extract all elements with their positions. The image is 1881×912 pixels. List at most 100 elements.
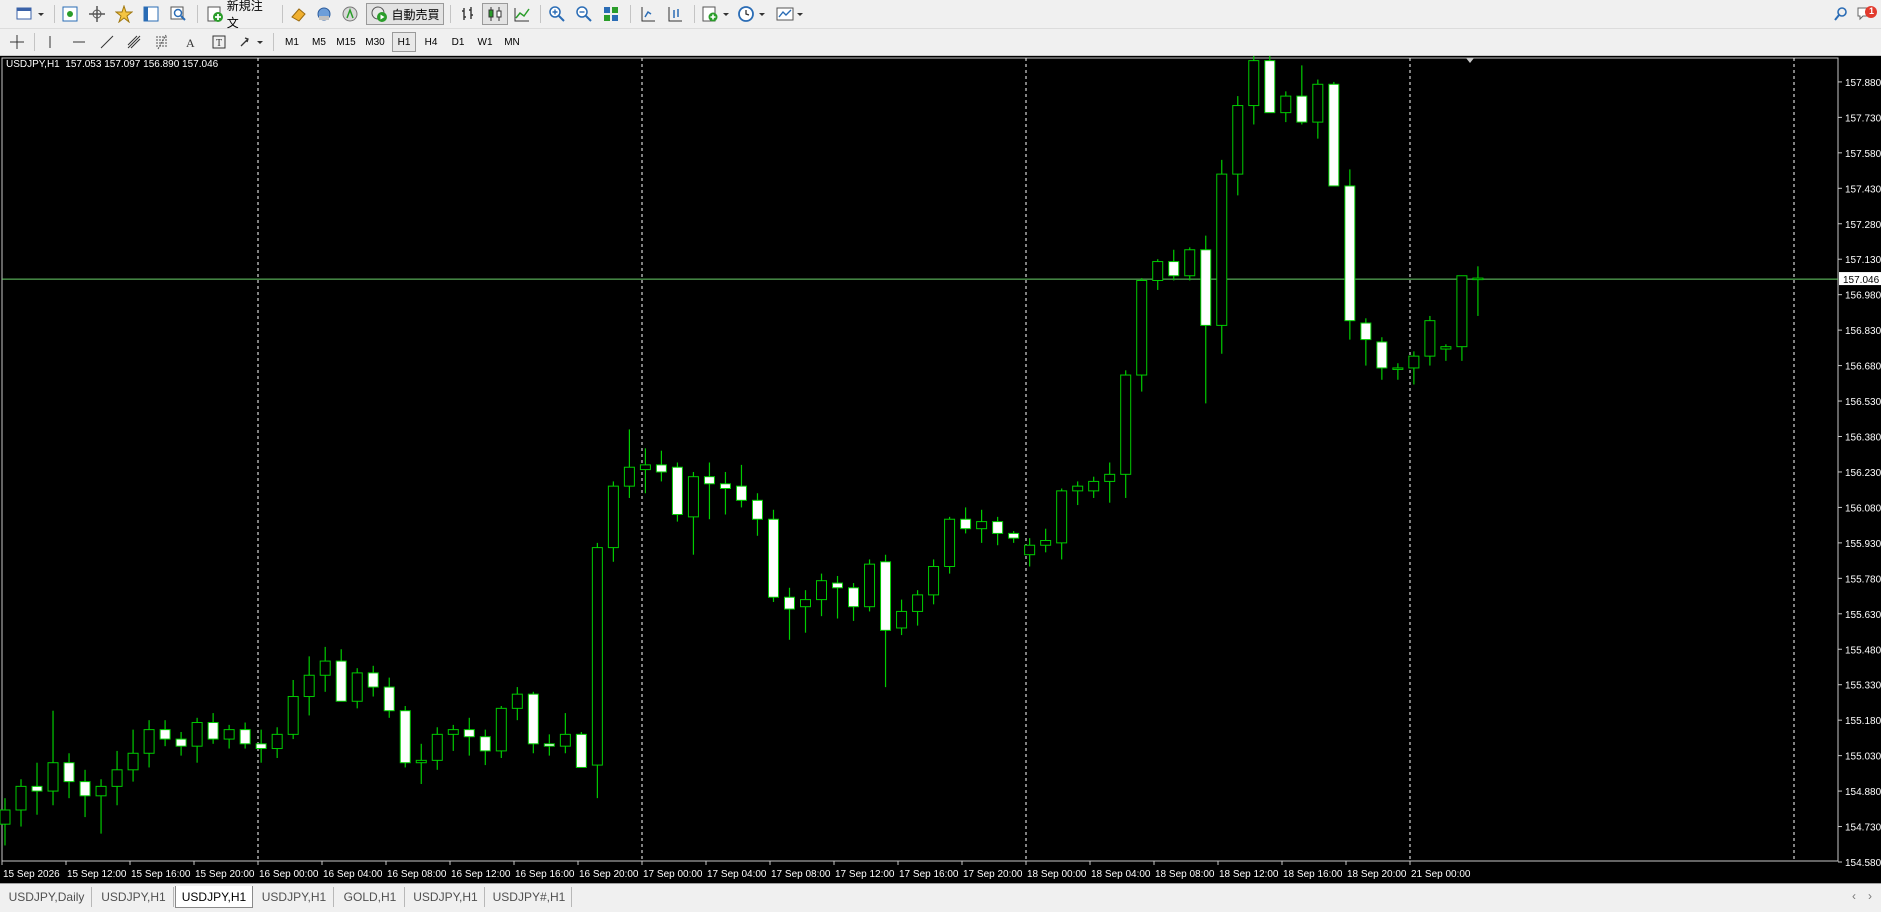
- tabs-scroll-right-icon[interactable]: ›: [1868, 889, 1872, 903]
- new-order-button[interactable]: 新規注文: [202, 0, 278, 30]
- candle-body: [1200, 249, 1212, 326]
- search-button[interactable]: [1830, 3, 1852, 25]
- candle: [575, 731, 587, 768]
- navigator-button[interactable]: [85, 3, 109, 25]
- text-a-icon: A: [186, 36, 195, 50]
- data-window-button[interactable]: [139, 3, 163, 25]
- timeframe-m30-button[interactable]: M30: [363, 32, 387, 52]
- chart-tab[interactable]: USDJPY,Daily: [2, 887, 92, 907]
- timeframe-mn-button[interactable]: MN: [500, 32, 524, 52]
- candle-body: [511, 693, 523, 709]
- new-chart-button[interactable]: [12, 3, 46, 25]
- timeframe-m5-button[interactable]: M5: [307, 32, 331, 52]
- candle-body: [816, 580, 828, 601]
- candle-body: [223, 729, 235, 740]
- text-label-icon: T: [212, 35, 226, 49]
- candle-body: [239, 729, 251, 745]
- price-tick-label: 155.630: [1845, 610, 1881, 621]
- candle-body: [1424, 320, 1436, 357]
- timeframe-w1-button[interactable]: W1: [473, 32, 497, 52]
- chart-tab[interactable]: USDJPY,H1: [94, 887, 174, 907]
- candle-body: [463, 729, 475, 738]
- candle-body: [703, 476, 715, 485]
- price-tick-label: 155.930: [1845, 539, 1881, 550]
- candlestick-button[interactable]: [482, 3, 508, 25]
- candle: [1136, 278, 1148, 392]
- indicators-button[interactable]: [699, 3, 733, 25]
- candle: [527, 691, 539, 754]
- chart-grid: [0, 56, 1881, 883]
- candle-body: [63, 762, 75, 783]
- vertical-line-button[interactable]: [40, 31, 60, 53]
- strategy-tester-button[interactable]: [166, 3, 190, 25]
- candle: [399, 705, 411, 768]
- candle-body: [1008, 532, 1020, 539]
- time-tick-label: 18 Sep 04:00: [1091, 869, 1151, 880]
- auto-trading-label: 自動売買: [391, 7, 440, 22]
- candle-body: [143, 729, 155, 754]
- crosshair-button[interactable]: [6, 31, 28, 53]
- candle-body: [1248, 60, 1260, 107]
- candle-body: [415, 759, 427, 764]
- autoscroll-button[interactable]: [662, 3, 688, 25]
- text-label-button[interactable]: T: [208, 31, 230, 53]
- signals-button[interactable]: [337, 3, 363, 25]
- tabs-scroll-left-icon[interactable]: ‹: [1852, 889, 1856, 903]
- zoom-out-button[interactable]: [571, 3, 597, 25]
- candle-body: [527, 693, 539, 745]
- bar-chart-button[interactable]: [455, 3, 481, 25]
- candle-body: [1232, 105, 1244, 175]
- history-button[interactable]: [285, 3, 311, 25]
- timeframe-h4-button[interactable]: H4: [419, 32, 443, 52]
- market-watch-button[interactable]: [112, 3, 136, 25]
- candle-body: [880, 561, 892, 631]
- trendline-button[interactable]: [96, 31, 118, 53]
- chart-shift-icon: [641, 7, 655, 22]
- chart-tab[interactable]: USDJPY#,H1: [487, 887, 572, 907]
- chart-tab[interactable]: USDJPY,H1: [407, 887, 485, 907]
- horizontal-line-button[interactable]: [68, 31, 90, 53]
- candle-body: [1072, 485, 1084, 492]
- text-button[interactable]: A: [180, 31, 200, 53]
- arrows-button[interactable]: [236, 31, 266, 53]
- fibonacci-button[interactable]: [151, 31, 173, 53]
- zoom-out-icon: [576, 6, 592, 22]
- time-tick-label: 21 Sep 00:00: [1411, 869, 1471, 880]
- price-chart[interactable]: 158.180158.030157.880157.730157.580157.4…: [0, 56, 1881, 883]
- bar-chart-icon: [462, 7, 473, 20]
- auto-trading-button[interactable]: 自動売買: [366, 3, 444, 25]
- new-order-icon: [207, 6, 223, 22]
- candle-body: [591, 547, 603, 766]
- chart-tab[interactable]: GOLD,H1: [336, 887, 405, 907]
- timeframe-h1-button[interactable]: H1: [392, 32, 416, 52]
- price-tick-label: 156.080: [1845, 503, 1881, 514]
- candle-body: [960, 518, 972, 530]
- candle-body: [1280, 95, 1292, 114]
- time-tick-label: 16 Sep 04:00: [323, 869, 383, 880]
- timeframe-m15-button[interactable]: M15: [334, 32, 358, 52]
- price-tick-label: 157.730: [1845, 113, 1881, 124]
- tile-windows-button[interactable]: [598, 3, 624, 25]
- templates-button[interactable]: [773, 3, 807, 25]
- chart-shift-button[interactable]: [635, 3, 661, 25]
- candle-body: [1184, 249, 1196, 277]
- chart-info-line: USDJPY,H1 157.053 157.097 156.890 157.04…: [6, 59, 219, 70]
- chart-tab[interactable]: USDJPY,H1: [175, 886, 253, 908]
- candle: [1328, 81, 1340, 187]
- notification-badge: 1: [1869, 6, 1875, 16]
- notifications-button[interactable]: 1: [1854, 3, 1880, 25]
- candle-body: [751, 499, 763, 520]
- chart-tab[interactable]: USDJPY,H1: [255, 887, 334, 907]
- candle-body: [735, 485, 747, 501]
- timeframe-m1-button[interactable]: M1: [280, 32, 304, 52]
- metaeditor-button[interactable]: [311, 3, 337, 25]
- profiles-button[interactable]: [58, 3, 82, 25]
- zoom-in-button[interactable]: [544, 3, 570, 25]
- chart-window[interactable]: 158.180158.030157.880157.730157.580157.4…: [0, 56, 1881, 883]
- timeframe-d1-button[interactable]: D1: [446, 32, 470, 52]
- fibonacci-icon: [156, 34, 168, 50]
- candle: [1264, 56, 1276, 114]
- channel-button[interactable]: [123, 31, 145, 53]
- line-chart-button[interactable]: [509, 3, 535, 25]
- periodicity-button[interactable]: [735, 3, 769, 25]
